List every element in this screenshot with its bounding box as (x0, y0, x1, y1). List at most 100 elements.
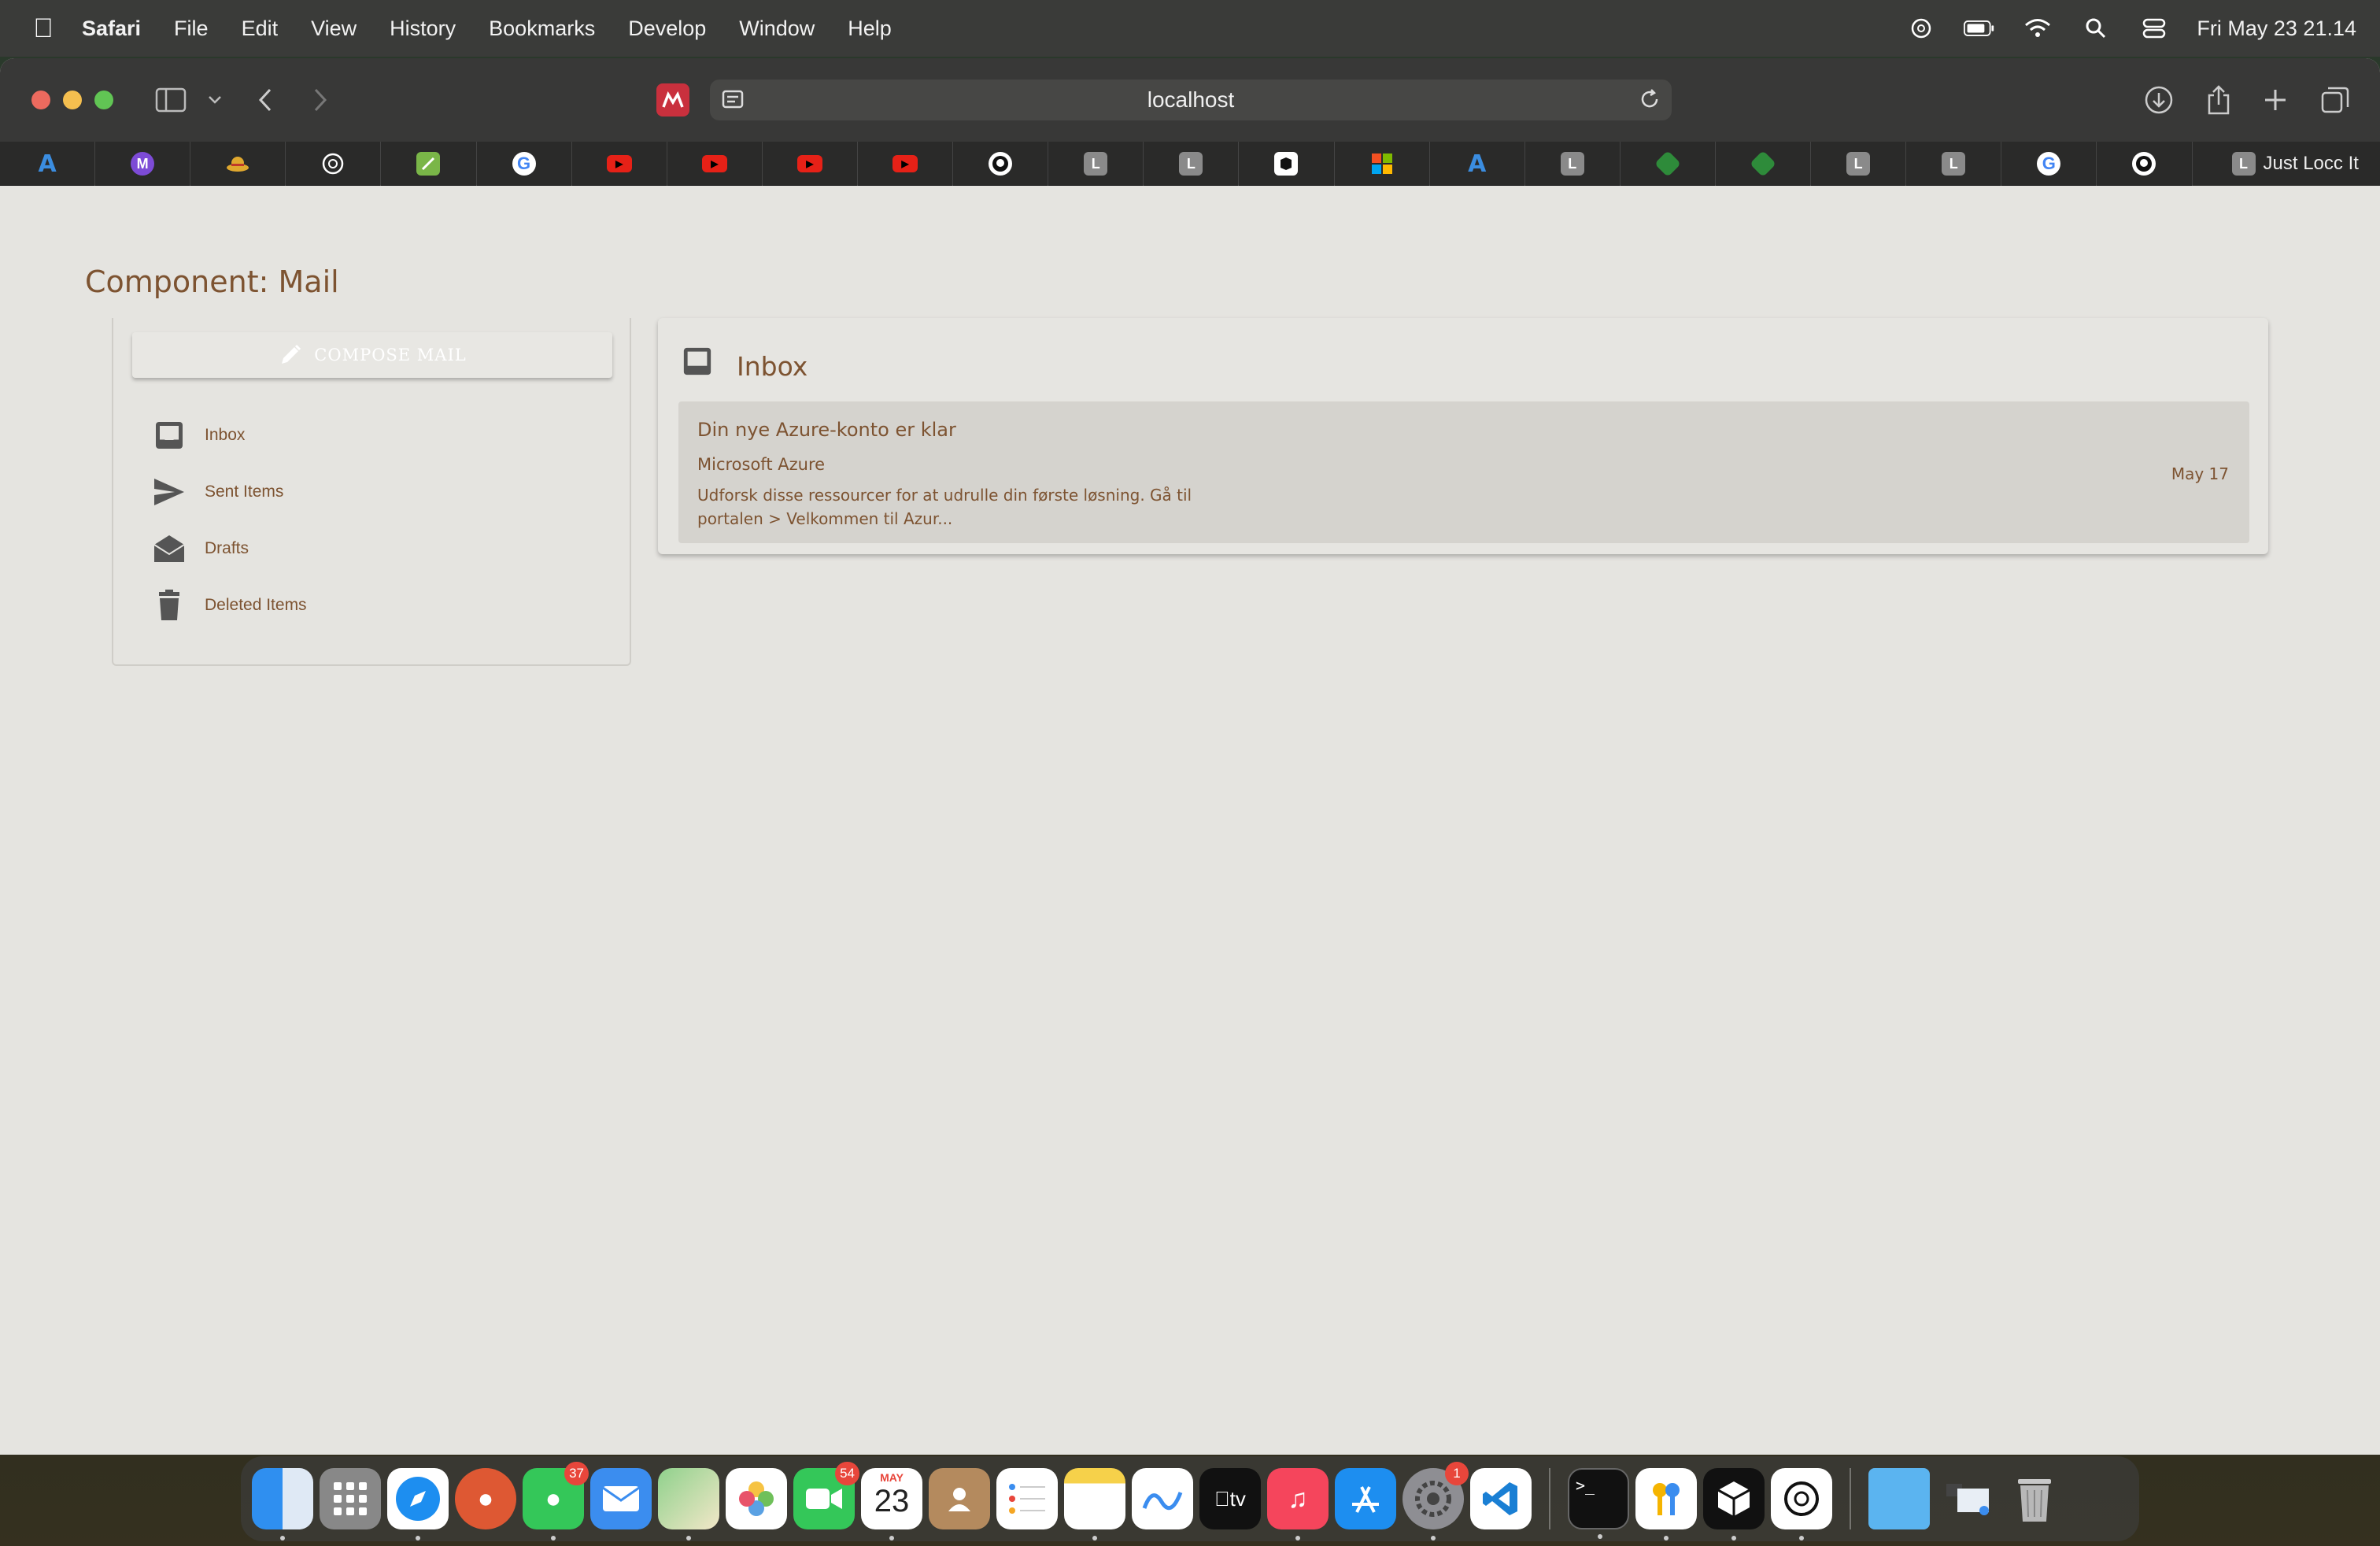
calendar-icon[interactable]: MAY 23 (861, 1468, 922, 1540)
address-bar[interactable]: localhost (710, 80, 1672, 120)
inbox-icon (683, 347, 711, 375)
safari-icon[interactable] (387, 1468, 449, 1540)
tab-youtube-3[interactable]: ▶ (763, 142, 858, 186)
mail-list-item[interactable]: Din nye Azure-konto er klar Microsoft Az… (678, 401, 2249, 543)
facetime-icon[interactable]: 54 (793, 1462, 859, 1529)
tab-microsoft[interactable] (1335, 142, 1430, 186)
app-store-icon[interactable] (1335, 1468, 1396, 1529)
chevron-down-icon[interactable] (197, 82, 233, 118)
tab-l-1[interactable]: L (1048, 142, 1144, 186)
menu-bookmarks[interactable]: Bookmarks (489, 17, 595, 41)
tab-l-2[interactable]: L (1144, 142, 1240, 186)
close-window-button[interactable] (31, 91, 50, 109)
tab-leaf-green-2[interactable] (1716, 142, 1812, 186)
folder-label: Sent Items (205, 483, 284, 501)
tab-overview-icon[interactable] (2317, 82, 2353, 118)
menu-develop[interactable]: Develop (628, 17, 706, 41)
new-tab-icon[interactable] (2257, 82, 2293, 118)
freeform-icon[interactable] (1132, 1468, 1193, 1529)
tab-google-1[interactable]: G (477, 142, 572, 186)
finder-icon[interactable] (252, 1468, 313, 1540)
minimize-window-button[interactable] (63, 91, 82, 109)
running-indicator (1295, 1536, 1300, 1540)
letter-l-icon: L (1084, 152, 1108, 176)
launchpad-icon[interactable] (320, 1468, 381, 1529)
folder-sent-items[interactable]: Sent Items (153, 475, 283, 509)
appletv-icon[interactable]: tv (1199, 1468, 1261, 1529)
music-icon[interactable]: ♫ (1267, 1468, 1329, 1540)
tab-hat[interactable] (190, 142, 286, 186)
tab-google-2[interactable]: G (2001, 142, 2097, 186)
battery-icon[interactable] (1964, 13, 1995, 44)
menu-help[interactable]: Help (848, 17, 892, 41)
folder-deleted-items[interactable]: Deleted Items (153, 589, 307, 622)
mail-icon[interactable] (590, 1468, 652, 1529)
mail-date: May 17 (2171, 464, 2229, 483)
tab-l-4[interactable]: L (1811, 142, 1907, 186)
menu-history[interactable]: History (390, 17, 456, 41)
control-center-icon[interactable] (2138, 13, 2170, 44)
compose-mail-button[interactable]: COMPOSE MAIL (132, 332, 612, 378)
page-menu-icon[interactable] (721, 87, 745, 117)
tab-github-1[interactable] (953, 142, 1049, 186)
tab-azure-2[interactable]: A (1430, 142, 1525, 186)
system-settings-icon[interactable]: 1 (1402, 1462, 1469, 1540)
chatgpt-icon[interactable] (1771, 1468, 1832, 1540)
wifi-icon[interactable] (2022, 13, 2053, 44)
tab-l-5[interactable]: L (1906, 142, 2002, 186)
contacts-icon[interactable] (929, 1468, 990, 1529)
tab-active[interactable]: L Just Locc It (2192, 142, 2380, 186)
pencil-icon (282, 344, 301, 364)
keychain-icon[interactable] (1635, 1468, 1697, 1540)
folder-inbox[interactable]: Inbox (153, 419, 245, 452)
duckduckgo-icon[interactable]: ● (455, 1468, 516, 1529)
tab-m[interactable]: M (95, 142, 191, 186)
menu-window[interactable]: Window (739, 17, 815, 41)
messages-icon[interactable]: ● 37 (523, 1462, 589, 1540)
share-icon[interactable] (2201, 82, 2237, 118)
tab-youtube-4[interactable]: ▶ (858, 142, 954, 186)
terminal-icon[interactable]: >_ (1568, 1468, 1629, 1539)
tab-youtube-2[interactable]: ▶ (667, 142, 763, 186)
chatgpt-status-icon[interactable] (1905, 13, 1937, 44)
reminders-icon[interactable] (996, 1468, 1058, 1529)
folder-icon[interactable] (1868, 1468, 1930, 1529)
downloads-stack-icon[interactable] (1936, 1468, 1998, 1529)
sidebar-toggle-icon[interactable] (153, 82, 189, 118)
tab-box[interactable] (1239, 142, 1335, 186)
maps-icon[interactable] (658, 1468, 719, 1540)
trash-icon[interactable] (2004, 1468, 2065, 1529)
spotlight-search-icon[interactable] (2080, 13, 2112, 44)
inbox-header: Inbox (682, 340, 808, 382)
letter-l-icon: L (1560, 152, 1584, 176)
reload-icon[interactable] (1637, 87, 1662, 117)
maximize-window-button[interactable] (94, 91, 113, 109)
vscode-icon[interactable] (1470, 1468, 1532, 1529)
menu-view[interactable]: View (311, 17, 357, 41)
tab-openai[interactable] (286, 142, 382, 186)
tab-youtube-1[interactable]: ▶ (572, 142, 667, 186)
folder-drafts[interactable]: Drafts (153, 532, 249, 565)
window-controls (31, 91, 113, 109)
menu-edit[interactable]: Edit (242, 17, 279, 41)
photos-icon[interactable] (726, 1468, 787, 1529)
tab-azure[interactable]: A (0, 142, 96, 186)
menu-file[interactable]: File (174, 17, 209, 41)
leaf-green-icon (1750, 150, 1776, 177)
tab-l-3[interactable]: L (1525, 142, 1621, 186)
forward-icon[interactable] (302, 82, 338, 118)
downloads-icon[interactable] (2141, 82, 2177, 118)
tab-leaf[interactable] (381, 142, 477, 186)
apple-menu-icon[interactable]:  (24, 13, 63, 44)
menu-app-name[interactable]: Safari (82, 17, 141, 41)
drafts-icon (153, 535, 185, 562)
notes-icon[interactable] (1064, 1468, 1125, 1540)
running-indicator (1598, 1534, 1602, 1539)
tab-github-2[interactable] (2097, 142, 2193, 186)
tab-leaf-green-1[interactable] (1621, 142, 1716, 186)
extension-icon[interactable] (656, 83, 689, 117)
menu-clock[interactable]: Fri May 23 21.14 (2197, 17, 2356, 41)
unity-icon[interactable] (1703, 1468, 1765, 1540)
back-icon[interactable] (247, 82, 283, 118)
send-icon (154, 479, 184, 505)
